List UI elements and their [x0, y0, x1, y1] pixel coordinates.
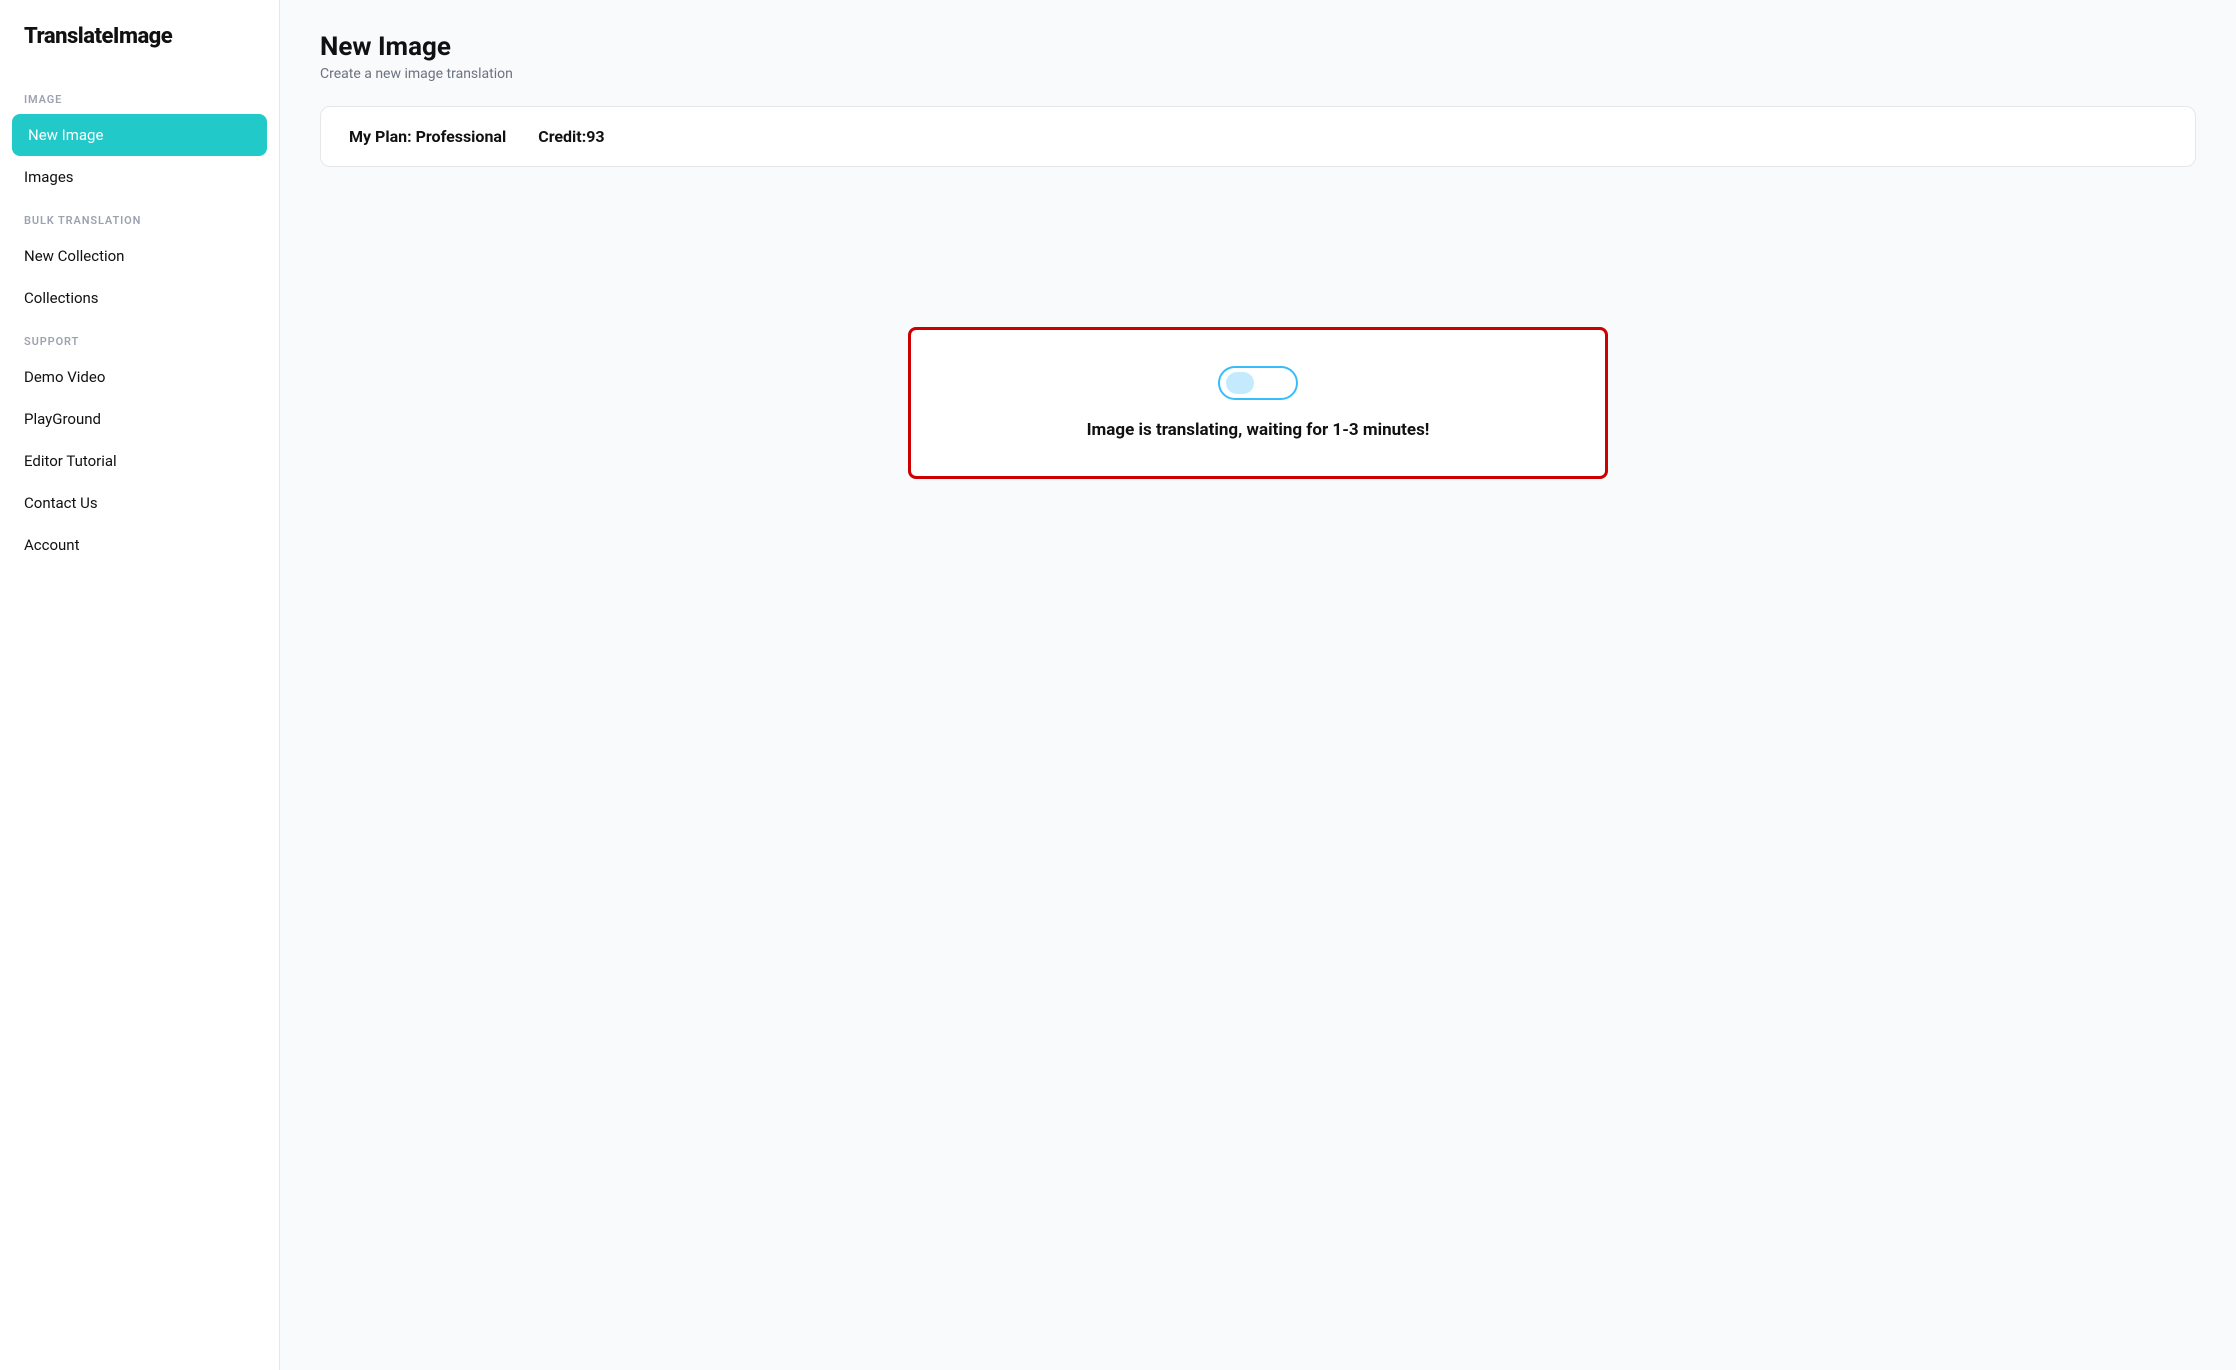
page-title: New Image — [320, 32, 2196, 62]
page-subtitle: Create a new image translation — [320, 66, 2196, 82]
sidebar-item-new-collection[interactable]: New Collection — [0, 235, 279, 277]
sidebar: TranslateImage IMAGE New Image Images BU… — [0, 0, 280, 1370]
sidebar-item-account[interactable]: Account — [0, 524, 279, 566]
sidebar-section-support: SUPPORT — [0, 319, 279, 356]
main-content: New Image Create a new image translation… — [280, 0, 2236, 1370]
plan-label: My Plan: Professional — [349, 127, 506, 146]
app-logo: TranslateImage — [0, 24, 279, 77]
sidebar-item-images[interactable]: Images — [0, 156, 279, 198]
sidebar-section-image: IMAGE — [0, 77, 279, 114]
sidebar-item-playground[interactable]: PlayGround — [0, 398, 279, 440]
loading-spinner — [1218, 366, 1298, 400]
sidebar-item-collections[interactable]: Collections — [0, 277, 279, 319]
sidebar-section-bulk-translation: BULK TRANSLATION — [0, 198, 279, 235]
sidebar-item-demo-video[interactable]: Demo Video — [0, 356, 279, 398]
sidebar-item-editor-tutorial[interactable]: Editor Tutorial — [0, 440, 279, 482]
status-message: Image is translating, waiting for 1-3 mi… — [1087, 420, 1430, 440]
credit-label: Credit:93 — [538, 127, 604, 146]
sidebar-item-contact-us[interactable]: Contact Us — [0, 482, 279, 524]
sidebar-item-new-image[interactable]: New Image — [12, 114, 267, 156]
plan-card: My Plan: Professional Credit:93 — [320, 106, 2196, 167]
translation-status-box: Image is translating, waiting for 1-3 mi… — [908, 327, 1608, 479]
